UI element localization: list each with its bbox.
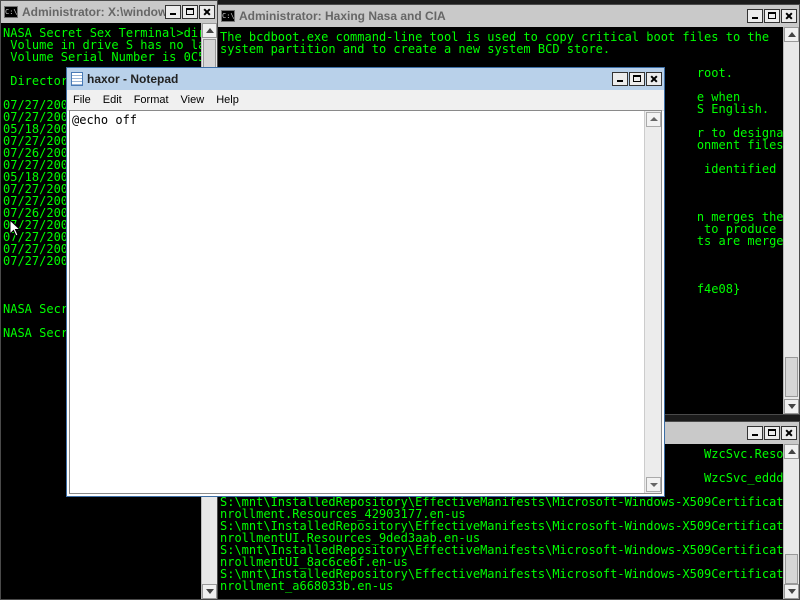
scroll-up-button[interactable] bbox=[202, 23, 217, 38]
scroll-up-button[interactable] bbox=[784, 444, 799, 459]
notepad-window[interactable]: haxor - Notepad File Edit Format View He… bbox=[66, 67, 665, 497]
cmd-icon: C:\ bbox=[4, 6, 18, 18]
scroll-down-button[interactable] bbox=[784, 399, 799, 414]
notepad-controls bbox=[612, 72, 662, 86]
scroll-up-button[interactable] bbox=[784, 27, 799, 42]
scroll-down-button[interactable] bbox=[646, 477, 661, 492]
left-console-title: Administrator: X:\windows\system32\cmd.e… bbox=[22, 5, 165, 19]
close-button[interactable] bbox=[781, 9, 797, 23]
scroll-thumb[interactable] bbox=[785, 554, 798, 584]
notepad-scrollbar[interactable] bbox=[644, 111, 661, 493]
maximize-button[interactable] bbox=[629, 72, 645, 86]
minimize-button[interactable] bbox=[165, 5, 181, 19]
bottom-console-controls bbox=[747, 426, 797, 440]
maximize-button[interactable] bbox=[764, 426, 780, 440]
minimize-button[interactable] bbox=[612, 72, 628, 86]
scroll-down-button[interactable] bbox=[784, 584, 799, 599]
right-console-titlebar[interactable]: C:\ Administrator: Haxing Nasa and CIA bbox=[218, 5, 799, 28]
menu-view[interactable]: View bbox=[175, 94, 211, 106]
maximize-button[interactable] bbox=[764, 9, 780, 23]
minimize-button[interactable] bbox=[747, 426, 763, 440]
scroll-thumb[interactable] bbox=[785, 357, 798, 397]
notepad-title: haxor - Notepad bbox=[87, 72, 179, 86]
close-button[interactable] bbox=[781, 426, 797, 440]
menu-edit[interactable]: Edit bbox=[97, 94, 128, 106]
scroll-up-button[interactable] bbox=[646, 112, 661, 127]
menu-file[interactable]: File bbox=[67, 94, 97, 106]
bottom-console-scrollbar[interactable] bbox=[783, 444, 799, 599]
menu-help[interactable]: Help bbox=[210, 94, 245, 106]
notepad-content: @echo off bbox=[72, 113, 138, 127]
scroll-down-button[interactable] bbox=[202, 584, 217, 599]
left-console-controls bbox=[165, 5, 215, 19]
notepad-text-area[interactable]: @echo off bbox=[69, 110, 662, 494]
notepad-icon bbox=[71, 72, 83, 86]
right-console-controls bbox=[747, 9, 797, 23]
left-console-titlebar[interactable]: C:\ Administrator: X:\windows\system32\c… bbox=[1, 1, 217, 24]
cmd-icon: C:\ bbox=[221, 10, 235, 22]
right-console-title: Administrator: Haxing Nasa and CIA bbox=[239, 9, 446, 23]
close-button[interactable] bbox=[646, 72, 662, 86]
menu-format[interactable]: Format bbox=[128, 94, 175, 106]
right-console-scrollbar[interactable] bbox=[783, 27, 799, 414]
minimize-button[interactable] bbox=[747, 9, 763, 23]
maximize-button[interactable] bbox=[182, 5, 198, 19]
close-button[interactable] bbox=[199, 5, 215, 19]
notepad-titlebar[interactable]: haxor - Notepad bbox=[67, 68, 664, 91]
notepad-menubar: File Edit Format View Help bbox=[67, 90, 664, 111]
